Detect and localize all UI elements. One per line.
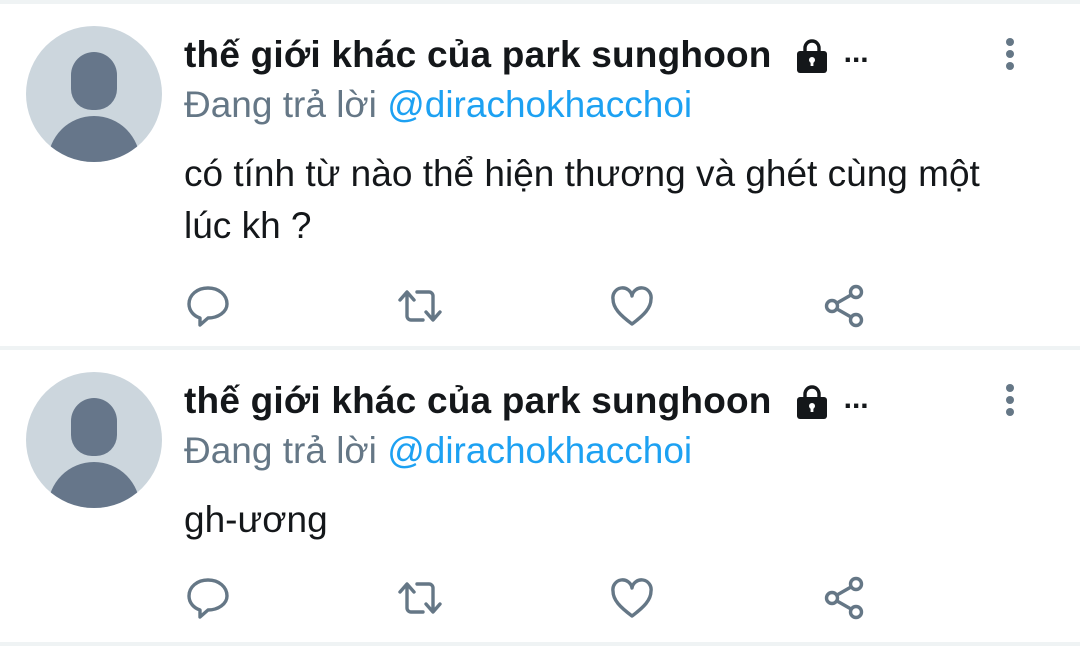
- share-icon[interactable]: [820, 574, 868, 622]
- avatar-head-shape: [71, 52, 117, 110]
- reply-icon[interactable]: [184, 574, 232, 622]
- heart-icon[interactable]: [608, 282, 656, 330]
- tweet-header: thế giới khác của park sunghoon ...: [184, 378, 869, 424]
- avatar-head-shape: [71, 398, 117, 456]
- retweet-icon[interactable]: [396, 574, 444, 622]
- heart-icon[interactable]: [608, 574, 656, 622]
- tweet-actions: [0, 282, 1080, 332]
- tweet-text: có tính từ nào thể hiện thương và ghét c…: [184, 153, 980, 246]
- replying-to: Đang trả lời @dirachokhacchoi: [184, 84, 692, 126]
- lock-icon: [792, 35, 832, 75]
- tweet-header: thế giới khác của park sunghoon ...: [184, 32, 869, 78]
- replying-handle-link[interactable]: @dirachokhacchoi: [387, 84, 692, 125]
- display-name[interactable]: thế giới khác của park sunghoon: [184, 34, 772, 76]
- more-vertical-icon[interactable]: [996, 34, 1024, 74]
- tweet-actions: [0, 574, 1080, 624]
- avatar[interactable]: [26, 26, 162, 162]
- display-name[interactable]: thế giới khác của park sunghoon: [184, 380, 772, 422]
- name-ellipsis: ...: [843, 382, 869, 415]
- replying-prefix: Đang trả lời: [184, 430, 388, 471]
- reply-icon[interactable]: [184, 282, 232, 330]
- avatar[interactable]: [26, 372, 162, 508]
- tweet-feed: thế giới khác của park sunghoon ... Đang…: [0, 0, 1080, 646]
- more-vertical-icon[interactable]: [996, 380, 1024, 420]
- avatar-body-shape: [48, 462, 140, 508]
- lock-icon: [792, 381, 832, 421]
- avatar-body-shape: [48, 116, 140, 162]
- replying-to: Đang trả lời @dirachokhacchoi: [184, 430, 692, 472]
- tweet-card[interactable]: thế giới khác của park sunghoon ... Đang…: [0, 4, 1080, 346]
- replying-prefix: Đang trả lời: [184, 84, 388, 125]
- retweet-icon[interactable]: [396, 282, 444, 330]
- share-icon[interactable]: [820, 282, 868, 330]
- name-ellipsis: ...: [843, 36, 869, 69]
- tweet-text: gh-ương: [184, 499, 328, 540]
- tweet-card[interactable]: thế giới khác của park sunghoon ... Đang…: [0, 350, 1080, 642]
- tweet-divider: [0, 642, 1080, 646]
- replying-handle-link[interactable]: @dirachokhacchoi: [387, 430, 692, 471]
